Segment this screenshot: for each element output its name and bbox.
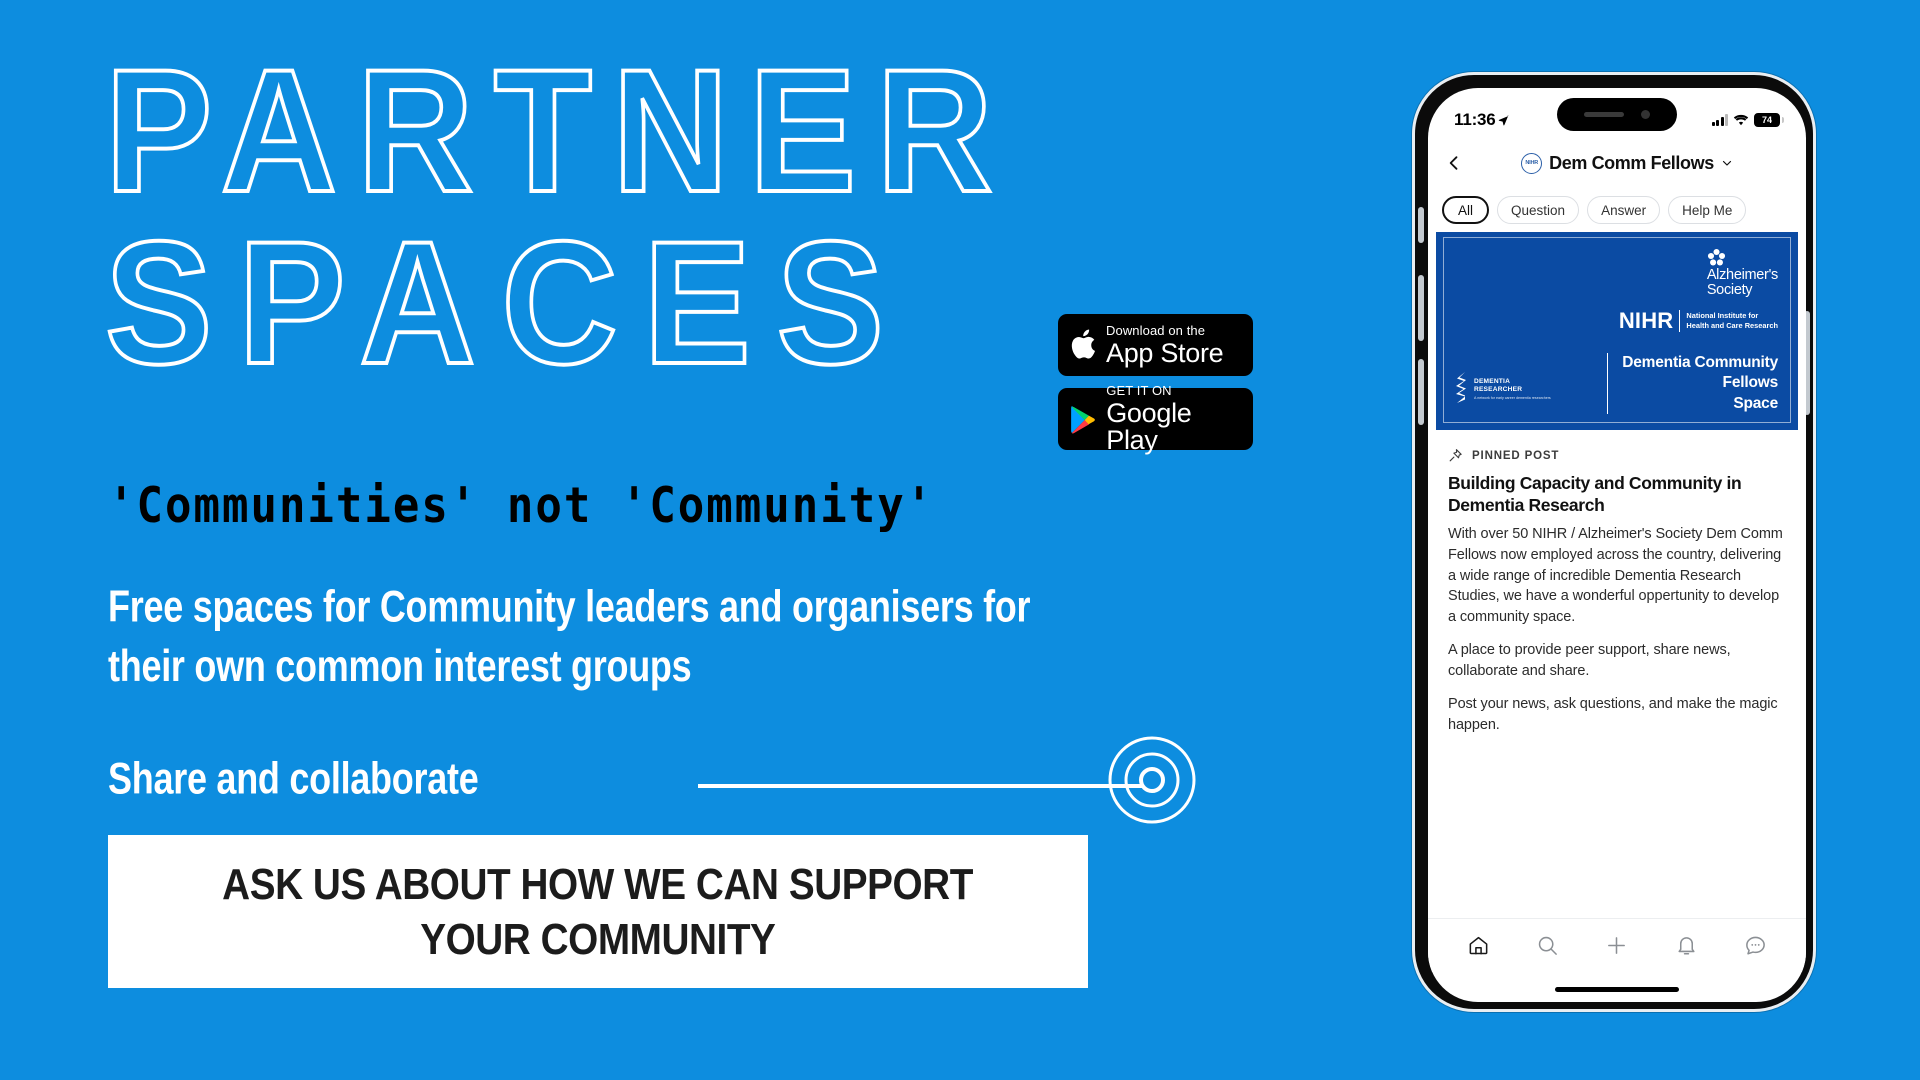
nihr-logo: NIHR National Institute for Health and C… [1619, 308, 1778, 334]
chevron-down-icon[interactable] [1721, 157, 1733, 169]
left-promo-panel: PARTNER SPACES 'Communities' not 'Commun… [0, 0, 1370, 1080]
google-play-text: GET IT ON Google Play [1106, 384, 1241, 454]
google-play-small: GET IT ON [1106, 383, 1172, 398]
app-store-text: Download on the App Store [1106, 322, 1224, 368]
phone-screen: 11:36 74 NIHR Dem Comm Fellows All Quest… [1428, 88, 1806, 1002]
nihr-subtitle: National Institute for Health and Care R… [1686, 311, 1778, 331]
page-title: PARTNER SPACES [103, 34, 1205, 401]
home-icon[interactable] [1467, 934, 1490, 957]
app-store-badge[interactable]: Download on the App Store [1058, 314, 1253, 376]
alzheimers-line-1: Alzheimer's [1706, 267, 1778, 283]
filter-chips-row: All Question Answer Help Me [1428, 188, 1806, 232]
status-right-group: 74 [1711, 113, 1784, 127]
chip-help-me[interactable]: Help Me [1668, 196, 1747, 224]
pinned-post-label: PINNED POST [1472, 449, 1560, 462]
banner-title-line-1: Dementia Community [1622, 353, 1778, 371]
phone-mockup: 11:36 74 NIHR Dem Comm Fellows All Quest… [1400, 72, 1840, 1012]
cta-line-2: YOUR COMMUNITY [420, 914, 776, 964]
chevron-left-icon[interactable] [1444, 153, 1464, 173]
hero-line-1: PARTNER [103, 34, 1013, 229]
nihr-avatar: NIHR [1521, 152, 1543, 174]
alzheimers-society-logo: Alzheimer's Society [1707, 248, 1778, 298]
banner-title-lines: Dementia Community Fellows Space [1622, 353, 1778, 414]
dementia-researcher-mark-icon [1456, 372, 1466, 403]
pinned-post: PINNED POST Building Capacity and Commun… [1428, 436, 1806, 749]
silence-switch[interactable] [1418, 207, 1424, 243]
chip-all[interactable]: All [1442, 196, 1490, 224]
app-store-small: Download on the [1106, 322, 1206, 338]
nihr-sub-line-2: Health and Care Research [1686, 321, 1778, 330]
battery-level: 74 [1761, 115, 1772, 125]
post-title: Building Capacity and Community in Demen… [1448, 473, 1742, 515]
google-play-big: Google Play [1106, 398, 1192, 455]
dynamic-island [1557, 98, 1677, 131]
volume-up-button[interactable] [1418, 275, 1424, 341]
apple-icon [1071, 329, 1096, 359]
lede-text: Free spaces for Community leaders and or… [108, 582, 1031, 691]
alzheimers-flower-icon [1707, 248, 1725, 266]
dementia-researcher-text: DEMENTIA RESEARCHER A network for early … [1474, 378, 1551, 401]
status-time: 11:36 [1454, 110, 1496, 129]
post-paragraph-3: Post your news, ask questions, and make … [1448, 696, 1778, 733]
banner-title-rule [1606, 352, 1609, 414]
google-play-icon [1071, 405, 1095, 433]
pinned-post-header: PINNED POST [1448, 448, 1786, 463]
wifi-icon [1733, 114, 1749, 126]
alzheimers-line-2: Society [1706, 281, 1753, 298]
search-icon[interactable] [1536, 934, 1559, 957]
chip-answer[interactable]: Answer [1587, 196, 1661, 224]
nihr-divider [1679, 310, 1681, 332]
bell-icon[interactable] [1675, 934, 1698, 957]
nihr-wordmark: NIHR [1618, 308, 1674, 333]
banner-title-group: Dementia Community Fellows Space [1606, 352, 1778, 414]
volume-down-button[interactable] [1418, 359, 1424, 425]
dr-line-3: A network for early career dementia rese… [1474, 395, 1551, 400]
post-paragraph-2: A place to provide peer support, share n… [1448, 642, 1731, 679]
space-title: Dem Comm Fellows [1549, 152, 1714, 173]
chat-bubble-icon[interactable] [1744, 934, 1767, 957]
target-icon [1108, 736, 1196, 824]
home-indicator[interactable] [1555, 987, 1679, 992]
plus-icon[interactable] [1605, 934, 1628, 957]
cellular-bars-icon [1711, 114, 1728, 126]
dementia-researcher-logo: DEMENTIA RESEARCHER A network for early … [1454, 372, 1551, 406]
dr-line-1: DEMENTIA [1474, 377, 1511, 385]
banner-title-line-3: Space [1733, 394, 1778, 412]
status-time-group: 11:36 [1454, 110, 1509, 130]
location-arrow-icon [1498, 114, 1508, 125]
app-store-big: App Store [1106, 337, 1224, 368]
battery-indicator: 74 [1754, 113, 1784, 127]
earpiece-speaker [1584, 112, 1624, 117]
header-title-group[interactable]: NIHR Dem Comm Fellows [1464, 152, 1790, 174]
dr-line-2: RESEARCHER [1474, 385, 1523, 393]
chip-question[interactable]: Question [1497, 196, 1580, 224]
bottom-tab-bar [1428, 918, 1806, 972]
post-paragraph-1: With over 50 NIHR / Alzheimer's Society … [1448, 526, 1783, 625]
banner-title-line-2: Fellows [1722, 374, 1779, 392]
pin-icon [1449, 449, 1462, 462]
app-header: NIHR Dem Comm Fellows [1428, 138, 1806, 188]
store-badges: Download on the App Store GET IT ON Goog… [1058, 314, 1253, 462]
cta-line-1: ASK US ABOUT HOW WE CAN SUPPORT [222, 859, 974, 909]
share-label: Share and collaborate [108, 753, 479, 804]
hero-line-2: SPACES [103, 205, 910, 401]
google-play-badge[interactable]: GET IT ON Google Play [1058, 384, 1253, 454]
nihr-sub-line-1: National Institute for [1686, 311, 1759, 321]
share-and-collaborate-row: Share and collaborate [108, 734, 1293, 824]
cta-box: ASK US ABOUT HOW WE CAN SUPPORT YOUR COM… [108, 835, 1088, 988]
front-camera [1641, 110, 1650, 119]
horizontal-rule [698, 784, 1143, 788]
tagline-quote: 'Communities' not 'Community' [108, 477, 935, 535]
phone-frame: 11:36 74 NIHR Dem Comm Fellows All Quest… [1412, 72, 1816, 1012]
space-banner-image: Alzheimer's Society NIHR National Instit… [1436, 230, 1798, 430]
